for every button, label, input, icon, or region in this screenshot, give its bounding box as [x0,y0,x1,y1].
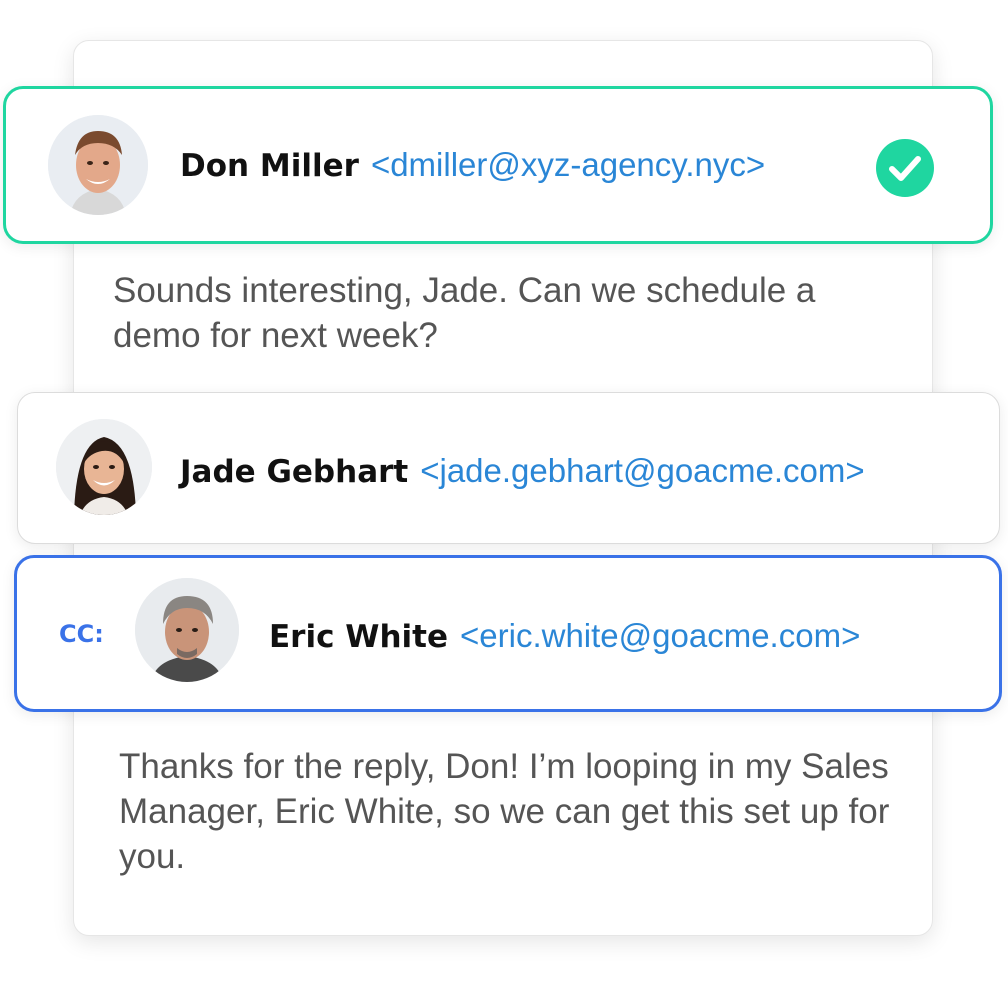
avatar-don-miller [48,115,148,215]
sender-name: Jade Gebhart [180,454,409,490]
check-circle-icon [876,139,934,197]
message-body-don: Sounds interesting, Jade. Can we schedul… [113,271,816,355]
cc-card-eric-white[interactable]: CC: Eric White <eric.white@goacme.com> [14,555,1002,712]
sender-line-jade-gebhart: Jade Gebhart <jade.gebhart@goacme.com> [180,451,865,492]
avatar-jade-gebhart [56,419,152,515]
sender-email[interactable]: <jade.gebhart@goacme.com> [420,452,864,489]
sender-card-jade-gebhart[interactable]: Jade Gebhart <jade.gebhart@goacme.com> [17,392,1000,544]
email-thread: Don Miller <dmiller@xyz-agency.nyc> Sound… [0,0,1008,998]
sender-line-don-miller: Don Miller <dmiller@xyz-agency.nyc> [180,145,765,186]
message-body-jade: Thanks for the reply, Don! I’m looping i… [119,747,890,876]
cc-line-eric-white: Eric White <eric.white@goacme.com> [269,616,860,657]
sender-card-don-miller[interactable]: Don Miller <dmiller@xyz-agency.nyc> [3,86,993,244]
avatar-eric-white [135,578,239,682]
cc-email[interactable]: <eric.white@goacme.com> [460,617,860,654]
cc-label: CC: [59,620,104,648]
sender-name: Don Miller [180,148,359,184]
sender-email[interactable]: <dmiller@xyz-agency.nyc> [371,146,765,183]
cc-name: Eric White [269,619,448,655]
